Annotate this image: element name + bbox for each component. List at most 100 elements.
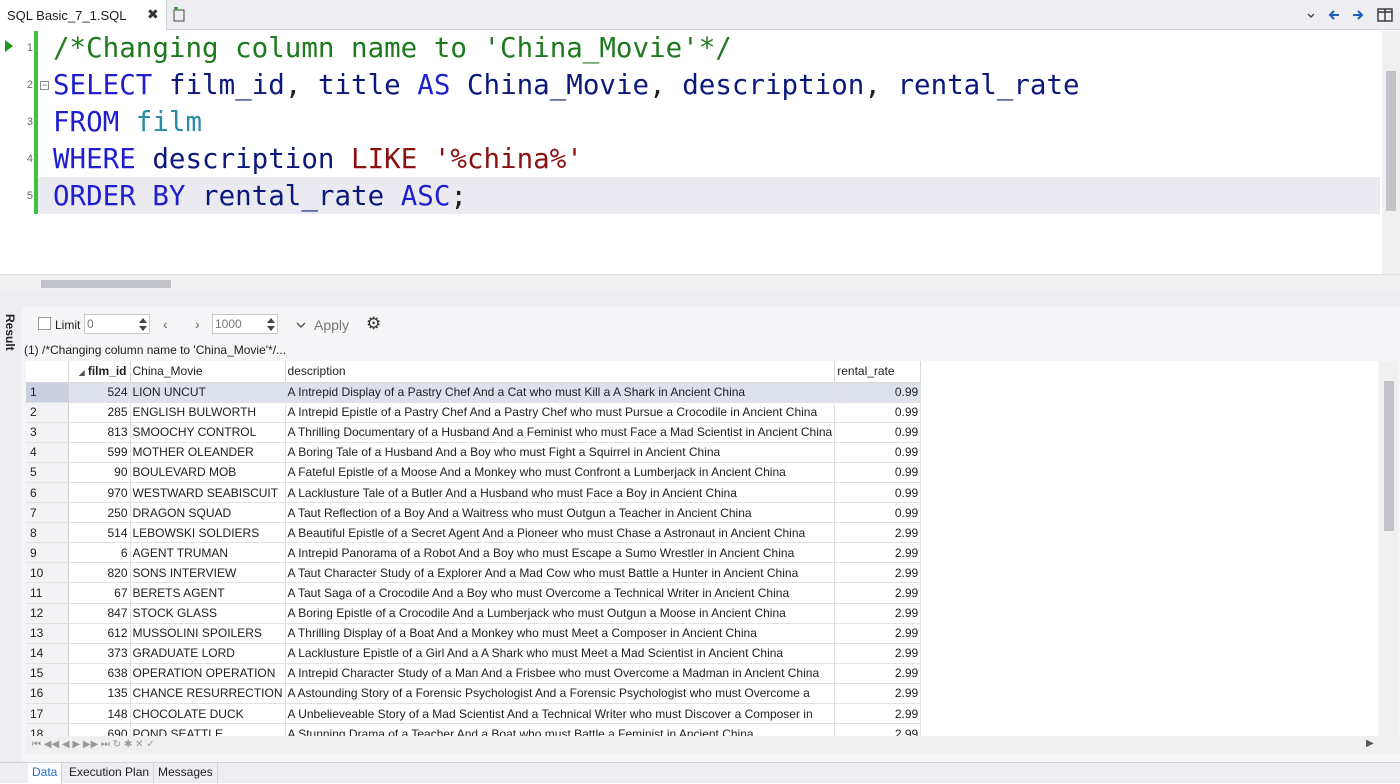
column-header-rownum[interactable] bbox=[26, 361, 68, 382]
rental-rate-cell[interactable]: 0.99 bbox=[835, 482, 921, 502]
rental-rate-cell[interactable]: 2.99 bbox=[835, 643, 921, 663]
table-row[interactable]: 15638OPERATION OPERATIONA Intrepid Chara… bbox=[26, 663, 921, 683]
china-movie-cell[interactable]: WESTWARD SEABISCUIT bbox=[130, 482, 285, 502]
forward-arrow-icon[interactable] bbox=[1352, 8, 1364, 22]
china-movie-cell[interactable]: SMOOCHY CONTROL bbox=[130, 422, 285, 442]
china-movie-cell[interactable]: OPERATION OPERATION bbox=[130, 663, 285, 683]
editor-vertical-scrollbar[interactable] bbox=[1382, 31, 1400, 274]
china-movie-cell[interactable]: CHANCE RESURRECTION bbox=[130, 683, 285, 703]
row-number-cell[interactable]: 14 bbox=[26, 643, 68, 663]
film-id-cell[interactable]: 373 bbox=[68, 643, 130, 663]
china-movie-cell[interactable]: ENGLISH BULWORTH bbox=[130, 402, 285, 422]
tab-sql-basic[interactable]: SQL Basic_7_1.SQL ✖ bbox=[0, 0, 167, 30]
description-cell[interactable]: A Taut Character Study of a Explorer And… bbox=[285, 563, 835, 583]
new-tab-icon[interactable] bbox=[172, 7, 186, 22]
panel-splitter[interactable] bbox=[0, 292, 1400, 306]
rental-rate-cell[interactable]: 2.99 bbox=[835, 683, 921, 703]
table-row[interactable]: 4599MOTHER OLEANDERA Boring Tale of a Hu… bbox=[26, 442, 921, 462]
film-id-cell[interactable]: 970 bbox=[68, 482, 130, 502]
china-movie-cell[interactable]: AGENT TRUMAN bbox=[130, 543, 285, 563]
rental-rate-cell[interactable]: 2.99 bbox=[835, 543, 921, 563]
description-cell[interactable]: A Thrilling Documentary of a Husband And… bbox=[285, 422, 835, 442]
film-id-cell[interactable]: 148 bbox=[68, 704, 130, 724]
rental-rate-cell[interactable]: 0.99 bbox=[835, 462, 921, 482]
china-movie-cell[interactable]: GRADUATE LORD bbox=[130, 643, 285, 663]
rental-rate-cell[interactable]: 2.99 bbox=[835, 704, 921, 724]
description-cell[interactable]: A Intrepid Panorama of a Robot And a Boy… bbox=[285, 543, 835, 563]
description-cell[interactable]: A Unbelieveable Story of a Mad Scientist… bbox=[285, 704, 835, 724]
table-row[interactable]: 6970WESTWARD SEABISCUITA Lacklusture Tal… bbox=[26, 482, 921, 502]
rental-rate-cell[interactable]: 0.99 bbox=[835, 382, 921, 402]
description-cell[interactable]: A Taut Saga of a Crocodile And a Boy who… bbox=[285, 583, 835, 603]
description-cell[interactable]: A Stunning Drama of a Teacher And a Boat… bbox=[285, 724, 835, 736]
description-cell[interactable]: A Intrepid Epistle of a Pastry Chef And … bbox=[285, 402, 835, 422]
table-row[interactable]: 16135CHANCE RESURRECTIONA Astounding Sto… bbox=[26, 683, 921, 703]
film-id-cell[interactable]: 813 bbox=[68, 422, 130, 442]
film-id-cell[interactable]: 6 bbox=[68, 543, 130, 563]
fold-toggle-icon[interactable]: − bbox=[40, 81, 49, 90]
row-number-cell[interactable]: 5 bbox=[26, 462, 68, 482]
table-row[interactable]: 18690POND SEATTLEA Stunning Drama of a T… bbox=[26, 724, 921, 736]
back-arrow-icon[interactable] bbox=[1328, 8, 1340, 22]
description-cell[interactable]: A Beautiful Epistle of a Secret Agent An… bbox=[285, 523, 835, 543]
page-size-input[interactable]: 1000 bbox=[212, 314, 278, 334]
row-number-cell[interactable]: 6 bbox=[26, 482, 68, 502]
description-cell[interactable]: A Boring Tale of a Husband And a Boy who… bbox=[285, 442, 835, 462]
rental-rate-cell[interactable]: 2.99 bbox=[835, 623, 921, 643]
rental-rate-cell[interactable]: 2.99 bbox=[835, 523, 921, 543]
row-number-cell[interactable]: 9 bbox=[26, 543, 68, 563]
film-id-cell[interactable]: 599 bbox=[68, 442, 130, 462]
description-cell[interactable]: A Boring Epistle of a Crocodile And a Lu… bbox=[285, 603, 835, 623]
film-id-cell[interactable]: 250 bbox=[68, 503, 130, 523]
film-id-cell[interactable]: 67 bbox=[68, 583, 130, 603]
table-row[interactable]: 14373GRADUATE LORDA Lacklusture Epistle … bbox=[26, 643, 921, 663]
film-id-cell[interactable]: 638 bbox=[68, 663, 130, 683]
china-movie-cell[interactable]: LEBOWSKI SOLDIERS bbox=[130, 523, 285, 543]
scroll-right-icon[interactable]: ▶ bbox=[1366, 738, 1374, 749]
table-row[interactable]: 1524LION UNCUTA Intrepid Display of a Pa… bbox=[26, 382, 921, 402]
china-movie-cell[interactable]: CHOCOLATE DUCK bbox=[130, 704, 285, 724]
film-id-cell[interactable]: 514 bbox=[68, 523, 130, 543]
result-grid[interactable]: ◢film_id China_Movie description rental_… bbox=[26, 361, 1378, 736]
film-id-cell[interactable]: 612 bbox=[68, 623, 130, 643]
china-movie-cell[interactable]: POND SEATTLE bbox=[130, 724, 285, 736]
row-number-cell[interactable]: 4 bbox=[26, 442, 68, 462]
rental-rate-cell[interactable]: 2.99 bbox=[835, 724, 921, 736]
column-header-rental-rate[interactable]: rental_rate bbox=[835, 361, 921, 382]
editor-horizontal-scrollbar[interactable] bbox=[0, 274, 1400, 292]
table-row[interactable]: 96AGENT TRUMANA Intrepid Panorama of a R… bbox=[26, 543, 921, 563]
row-number-cell[interactable]: 18 bbox=[26, 724, 68, 736]
description-cell[interactable]: A Intrepid Display of a Pastry Chef And … bbox=[285, 382, 835, 402]
description-cell[interactable]: A Lacklusture Epistle of a Girl And a A … bbox=[285, 643, 835, 663]
row-number-cell[interactable]: 3 bbox=[26, 422, 68, 442]
china-movie-cell[interactable]: BOULEVARD MOB bbox=[130, 462, 285, 482]
film-id-cell[interactable]: 847 bbox=[68, 603, 130, 623]
film-id-cell[interactable]: 690 bbox=[68, 724, 130, 736]
row-number-cell[interactable]: 1 bbox=[26, 382, 68, 402]
table-row[interactable]: 2285ENGLISH BULWORTHA Intrepid Epistle o… bbox=[26, 402, 921, 422]
row-number-cell[interactable]: 11 bbox=[26, 583, 68, 603]
next-page-button[interactable]: › bbox=[195, 316, 200, 332]
china-movie-cell[interactable]: DRAGON SQUAD bbox=[130, 503, 285, 523]
table-row[interactable]: 10820SONS INTERVIEWA Taut Character Stud… bbox=[26, 563, 921, 583]
china-movie-cell[interactable]: STOCK GLASS bbox=[130, 603, 285, 623]
rental-rate-cell[interactable]: 0.99 bbox=[835, 503, 921, 523]
gear-icon[interactable]: ⚙ bbox=[366, 315, 381, 332]
film-id-cell[interactable]: 285 bbox=[68, 402, 130, 422]
table-row[interactable]: 590BOULEVARD MOBA Fateful Epistle of a M… bbox=[26, 462, 921, 482]
result-side-tab[interactable]: Result bbox=[0, 306, 22, 762]
column-header-china-movie[interactable]: China_Movie bbox=[130, 361, 285, 382]
record-nav-icons[interactable]: ⏮ ◀◀ ◀ ▶ ▶▶ ⏭ ↻ ✱ ✕ ✓ bbox=[32, 739, 155, 750]
film-id-cell[interactable]: 524 bbox=[68, 382, 130, 402]
film-id-cell[interactable]: 90 bbox=[68, 462, 130, 482]
tab-data[interactable]: Data bbox=[28, 763, 62, 784]
table-row[interactable]: 7250DRAGON SQUADA Taut Reflection of a B… bbox=[26, 503, 921, 523]
row-number-cell[interactable]: 15 bbox=[26, 663, 68, 683]
row-number-cell[interactable]: 7 bbox=[26, 503, 68, 523]
rental-rate-cell[interactable]: 2.99 bbox=[835, 563, 921, 583]
table-row[interactable]: 8514LEBOWSKI SOLDIERSA Beautiful Epistle… bbox=[26, 523, 921, 543]
table-row[interactable]: 1167BERETS AGENTA Taut Saga of a Crocodi… bbox=[26, 583, 921, 603]
table-row[interactable]: 13612MUSSOLINI SPOILERSA Thrilling Displ… bbox=[26, 623, 921, 643]
rental-rate-cell[interactable]: 2.99 bbox=[835, 663, 921, 683]
row-number-cell[interactable]: 16 bbox=[26, 683, 68, 703]
